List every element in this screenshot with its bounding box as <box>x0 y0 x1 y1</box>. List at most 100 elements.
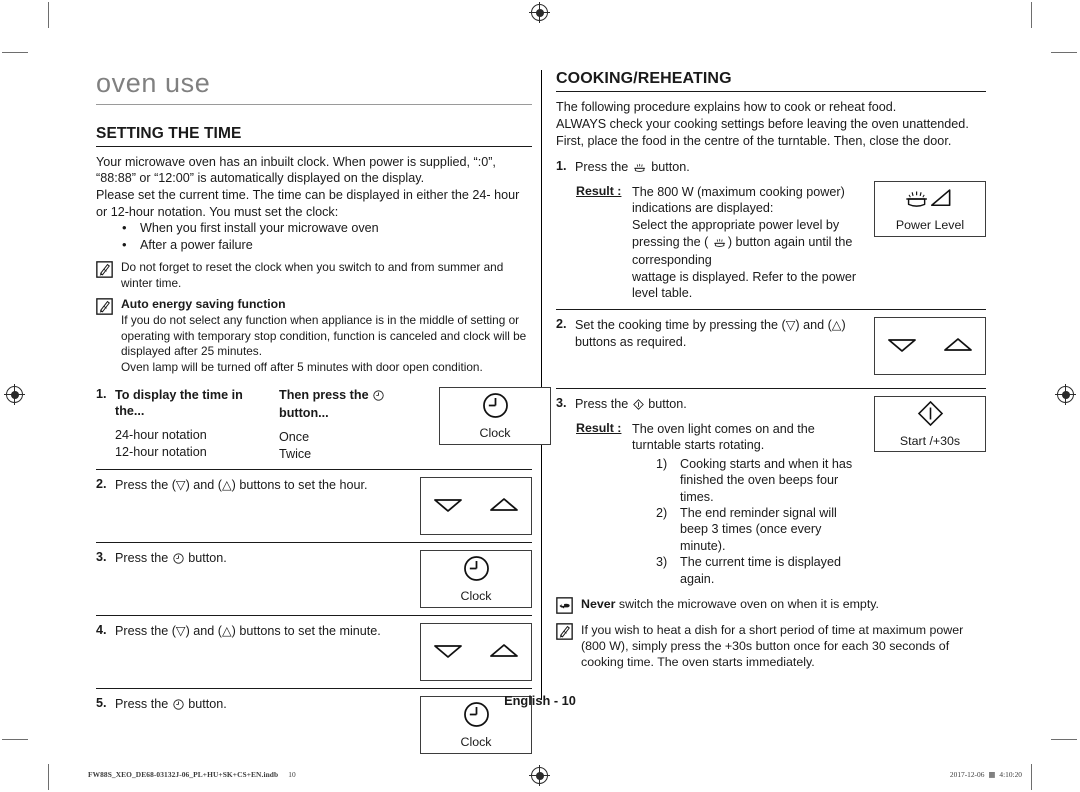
step-copy: Press the (▽) and (△) buttons to set the… <box>115 477 368 492</box>
note-plus-30s: If you wish to heat a dish for a short p… <box>556 622 986 670</box>
result-block-3: Result : The oven light comes on and the… <box>556 421 864 587</box>
step-text-before: Press the <box>575 396 629 411</box>
memo-note-icon <box>96 261 113 279</box>
table-cell: 24-hour notation <box>115 428 207 443</box>
step-number: 3. <box>96 549 107 564</box>
cooking-step-2-line: 2. Set the cooking time by pressing the … <box>556 317 862 350</box>
step-copy: Set the cooking time by pressing the (▽)… <box>575 317 846 349</box>
footer-file-info: FW88S_XEO_DE68-03132J-06_PL+HU+SK+CS+EN.… <box>88 770 296 779</box>
result-line-2: turntable starts rotating. <box>632 438 765 453</box>
chapter-title: oven use <box>96 70 532 105</box>
intro-line-1: The following procedure explains how to … <box>556 100 897 115</box>
pointing-hand-icon <box>556 597 573 614</box>
notation-col-right: Then press the button... Once Twice <box>279 387 429 462</box>
clock-icon <box>463 555 490 587</box>
section-title-setting-the-time: SETTING THE TIME <box>96 125 532 147</box>
step-2-text: 2. Press the (▽) and (△) buttons to set … <box>96 477 420 494</box>
step-number: 2. <box>96 476 107 491</box>
intro-line-3: First, place the food in the centre of t… <box>556 133 952 148</box>
updown-arrows-icon <box>433 643 519 659</box>
key-illustration-up-down <box>420 622 532 681</box>
note-body: Auto energy saving function If you do no… <box>121 297 532 375</box>
footer-date: 2017-12-06 <box>949 770 985 779</box>
step-text-after: button. <box>648 396 687 411</box>
result-line-1: The oven light comes on and the <box>632 421 815 436</box>
step-3-line: 3. Press the button. <box>96 550 410 569</box>
key-label: Clock <box>479 426 511 441</box>
cooking-step-2-body: 2. Set the cooking time by pressing the … <box>556 317 874 350</box>
note-text: Do not forget to reset the clock when yo… <box>121 260 504 290</box>
step-text-after: button. <box>651 160 690 175</box>
note-text: If you do not select any function when a… <box>121 313 527 374</box>
footer-separator-glyph: ▦ <box>988 770 996 779</box>
cooking-step-1-line: 1. Press the button. <box>556 159 864 178</box>
footer-page-number: 10 <box>288 770 296 779</box>
note-text: If you wish to heat a dish for a short p… <box>581 622 964 669</box>
step-number: 1. <box>556 159 567 174</box>
step-text-before: Press the <box>575 160 629 175</box>
key-label: Clock <box>460 734 492 749</box>
intro-line-2: “88:88” or “12:00” is automatically disp… <box>96 171 425 186</box>
start-icon <box>917 400 944 432</box>
intro-line-1: Your microwave oven has an inbuilt clock… <box>96 154 496 169</box>
updown-arrows-icon <box>887 337 973 353</box>
result-copy: The oven light comes on and the turntabl… <box>632 421 864 587</box>
cooking-step-3: Start /+30s 3. Press the button. Result … <box>556 387 986 587</box>
key-illustration-start: Start /+30s <box>874 395 986 452</box>
result-line-1: The 800 W (maximum cooking power) <box>632 184 845 199</box>
page-label: English - 10 <box>504 693 576 708</box>
setting-time-bullets: When you first install your microwave ov… <box>96 219 532 254</box>
manual-page: oven use SETTING THE TIME Your microwave… <box>0 0 1080 792</box>
key-illustration-clock: Clock <box>420 549 532 608</box>
key-illustration-up-down <box>874 316 986 375</box>
cooking-step-2: 2. Set the cooking time by pressing the … <box>556 308 986 381</box>
note-auto-energy-saving: Auto energy saving function If you do no… <box>96 297 532 375</box>
column-divider <box>541 70 542 700</box>
memo-note-icon <box>96 298 113 315</box>
clock-icon <box>173 553 184 567</box>
note-reset-clock: Do not forget to reset the clock when yo… <box>96 260 532 291</box>
note-heading: Auto energy saving function <box>121 297 286 311</box>
intro-line-2: ALWAYS check your cooking settings befor… <box>556 116 969 131</box>
result-label: Result : <box>576 420 622 435</box>
step-number: 4. <box>96 622 107 637</box>
left-column: oven use SETTING THE TIME Your microwave… <box>96 70 551 761</box>
step-2-line: 2. Press the (▽) and (△) buttons to set … <box>96 477 410 494</box>
result-line-2: indications are displayed: <box>632 201 774 216</box>
power-level-icon <box>905 187 955 216</box>
clock-icon <box>373 390 384 404</box>
key-illustration-up-down <box>420 476 532 535</box>
key-label: Clock <box>460 588 492 603</box>
start-icon <box>632 399 644 413</box>
table-header: To display the time in the... <box>115 388 243 419</box>
step-row: 1. To display the time in the... 24-hour … <box>96 385 551 469</box>
step-number: 1. <box>96 387 107 402</box>
memo-note-icon <box>556 623 573 640</box>
power-level-icon <box>709 237 727 251</box>
right-column: COOKING/REHEATING The following procedur… <box>556 70 986 670</box>
list-item: Cooking starts and when it has finished … <box>656 456 853 504</box>
key-label: Power Level <box>895 217 965 232</box>
table-cell: Twice <box>279 446 312 461</box>
footer-filename: FW88S_XEO_DE68-03132J-06_PL+HU+SK+CS+EN.… <box>88 770 279 779</box>
result-line-4-before: pressing the ( <box>632 234 709 249</box>
result-line-3: Select the appropriate power level by <box>632 217 840 232</box>
key-label: Start /+30s <box>899 433 961 448</box>
section-title-cooking-reheating: COOKING/REHEATING <box>556 70 986 93</box>
result-block-1: Result : The 800 W (maximum cooking powe… <box>556 184 864 302</box>
result-sub-list: Cooking starts and when it has finished … <box>632 456 864 587</box>
intro-line-4: or 12-hour notation. You must set the cl… <box>96 204 339 219</box>
key-illustration-clock: Clock <box>439 387 551 446</box>
clock-icon <box>482 392 509 424</box>
cooking-intro: The following procedure explains how to … <box>556 99 986 149</box>
table-header: Then press the button... <box>279 387 429 421</box>
step-4-text: 4. Press the (▽) and (△) buttons to set … <box>96 623 420 640</box>
list-item: The end reminder signal will beep 3 time… <box>656 505 837 553</box>
step-number: 3. <box>556 395 567 410</box>
list-item: After a power failure <box>122 236 532 254</box>
step-1-line: 1. To display the time in the... 24-hour … <box>96 387 429 462</box>
footer-time: 4:10:20 <box>999 770 1022 779</box>
note-text: Never switch the microwave oven on when … <box>581 596 986 612</box>
step-copy: Press the button. <box>575 396 687 415</box>
step-row: 3. Press the button. Clock <box>96 541 532 615</box>
